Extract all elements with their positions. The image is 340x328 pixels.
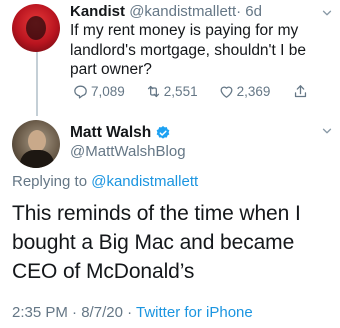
- heart-icon: [220, 86, 233, 98]
- avatar-matt-walsh[interactable]: [12, 120, 60, 168]
- verified-badge-icon: [156, 126, 170, 139]
- retweet-icon: [147, 85, 159, 98]
- reply-count: 7,089: [91, 84, 125, 99]
- tweet1-handle[interactable]: @kandistmallett: [129, 3, 236, 20]
- avatar-face: [28, 130, 46, 152]
- chevron-down-icon[interactable]: [320, 6, 334, 20]
- tweet1-age[interactable]: 6d: [245, 3, 262, 20]
- reply-icon: [74, 85, 87, 99]
- tweet-date[interactable]: 8/7/20: [81, 304, 123, 321]
- tweet-time[interactable]: 2:35 PM: [12, 304, 68, 321]
- tweet2-name-row: Matt Walsh: [70, 124, 171, 142]
- footer-separator: ·: [127, 304, 133, 321]
- tweet2-footer: 2:35 PM · 8/7/20 · Twitter for iPhone: [12, 304, 253, 321]
- share-button[interactable]: [292, 83, 311, 100]
- footer-separator: ·: [72, 304, 78, 321]
- retweet-count: 2,551: [163, 84, 198, 99]
- tweet2-display-name[interactable]: Matt Walsh: [70, 124, 151, 142]
- replying-mention-link[interactable]: @kandistmallett: [91, 173, 198, 190]
- share-icon: [295, 85, 307, 98]
- avatar-body: [20, 150, 54, 168]
- tweet1-display-name[interactable]: Kandist: [70, 3, 125, 20]
- reply-button[interactable]: 7,089: [72, 83, 125, 100]
- like-count: 2,369: [236, 84, 271, 99]
- retweet-button[interactable]: 2,551: [145, 83, 198, 100]
- tweet1-text: If my rent money is paying for my landlo…: [70, 22, 306, 78]
- tweet1-separator: ·: [236, 3, 242, 20]
- tweet-source-link[interactable]: Twitter for iPhone: [136, 304, 253, 321]
- tweet2-text: This reminds of the time when I bought a…: [12, 202, 301, 283]
- tweet1-header: Kandist @kandistmallett· 6d: [70, 3, 262, 20]
- avatar-face: [26, 16, 46, 40]
- tweet1-actions: 7,089 2,551 2,369: [72, 83, 311, 100]
- replying-to: Replying to @kandistmallett: [12, 173, 198, 190]
- tweet2-handle[interactable]: @MattWalshBlog: [70, 143, 186, 160]
- replying-prefix: Replying to: [12, 173, 88, 190]
- thread-connector-line: [36, 48, 38, 116]
- avatar-kandist[interactable]: [12, 4, 60, 52]
- like-button[interactable]: 2,369: [218, 83, 271, 100]
- chevron-down-icon[interactable]: [320, 124, 334, 138]
